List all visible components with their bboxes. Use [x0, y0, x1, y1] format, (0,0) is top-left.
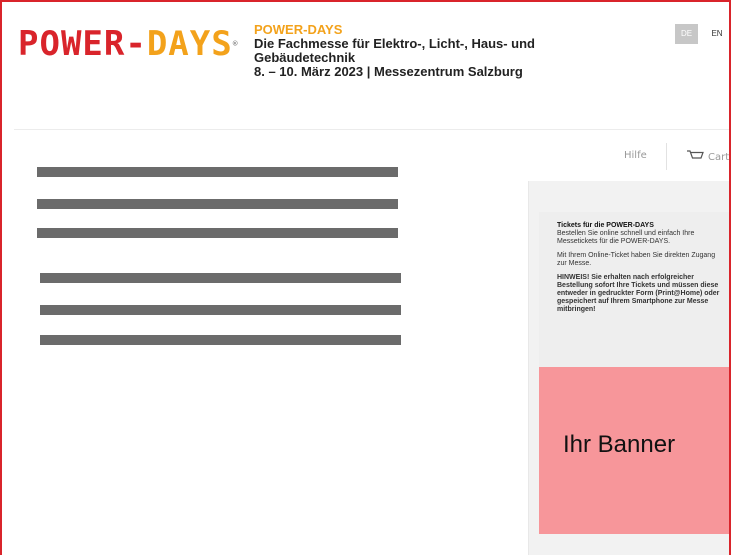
- redacted-line: [37, 167, 398, 177]
- logo-power-text: POWER-: [18, 24, 147, 64]
- redacted-line: [37, 199, 398, 209]
- redacted-line: [40, 273, 401, 283]
- banner-label: Ihr Banner: [563, 431, 676, 458]
- nav-separator: [666, 143, 667, 170]
- header-divider: [14, 129, 729, 130]
- redacted-line: [40, 305, 401, 315]
- ticket-info-online: Mit Ihrem Online-Ticket haben Sie direkt…: [557, 252, 716, 267]
- logo-registered-mark: ®: [232, 39, 239, 48]
- cart-label: Cart: [708, 151, 730, 163]
- event-info: POWER-DAYS Die Fachmesse für Elektro-, L…: [254, 23, 574, 79]
- cart-link[interactable]: Cart: [686, 148, 729, 166]
- ticket-info-intro: Bestellen Sie online schnell und einfach…: [557, 230, 695, 245]
- redacted-line: [40, 335, 401, 345]
- event-title: POWER-DAYS: [254, 22, 343, 37]
- redacted-line: [37, 228, 398, 238]
- logo-days-text: DAYS: [146, 24, 233, 64]
- language-de-button[interactable]: DE: [675, 24, 698, 44]
- ticket-info-notice: HINWEIS! Sie erhalten nach erfolgreicher…: [557, 274, 720, 313]
- event-date: 8. – 10. März 2023 | Messezentrum Salzbu…: [254, 64, 523, 79]
- power-days-logo[interactable]: POWER-DAYS®: [18, 26, 239, 62]
- language-en-button[interactable]: EN: [707, 24, 727, 44]
- cart-icon: [686, 148, 704, 166]
- event-subtitle: Die Fachmesse für Elektro-, Licht-, Haus…: [254, 36, 535, 65]
- help-link[interactable]: Hilfe: [624, 150, 647, 161]
- ticket-info-box: Tickets für die POWER-DAYS Bestellen Sie…: [539, 212, 729, 367]
- ticket-info-title: Tickets für die POWER-DAYS: [557, 222, 654, 229]
- banner-ad[interactable]: Ihr Banner: [539, 367, 729, 534]
- sidebar-border: [528, 181, 529, 555]
